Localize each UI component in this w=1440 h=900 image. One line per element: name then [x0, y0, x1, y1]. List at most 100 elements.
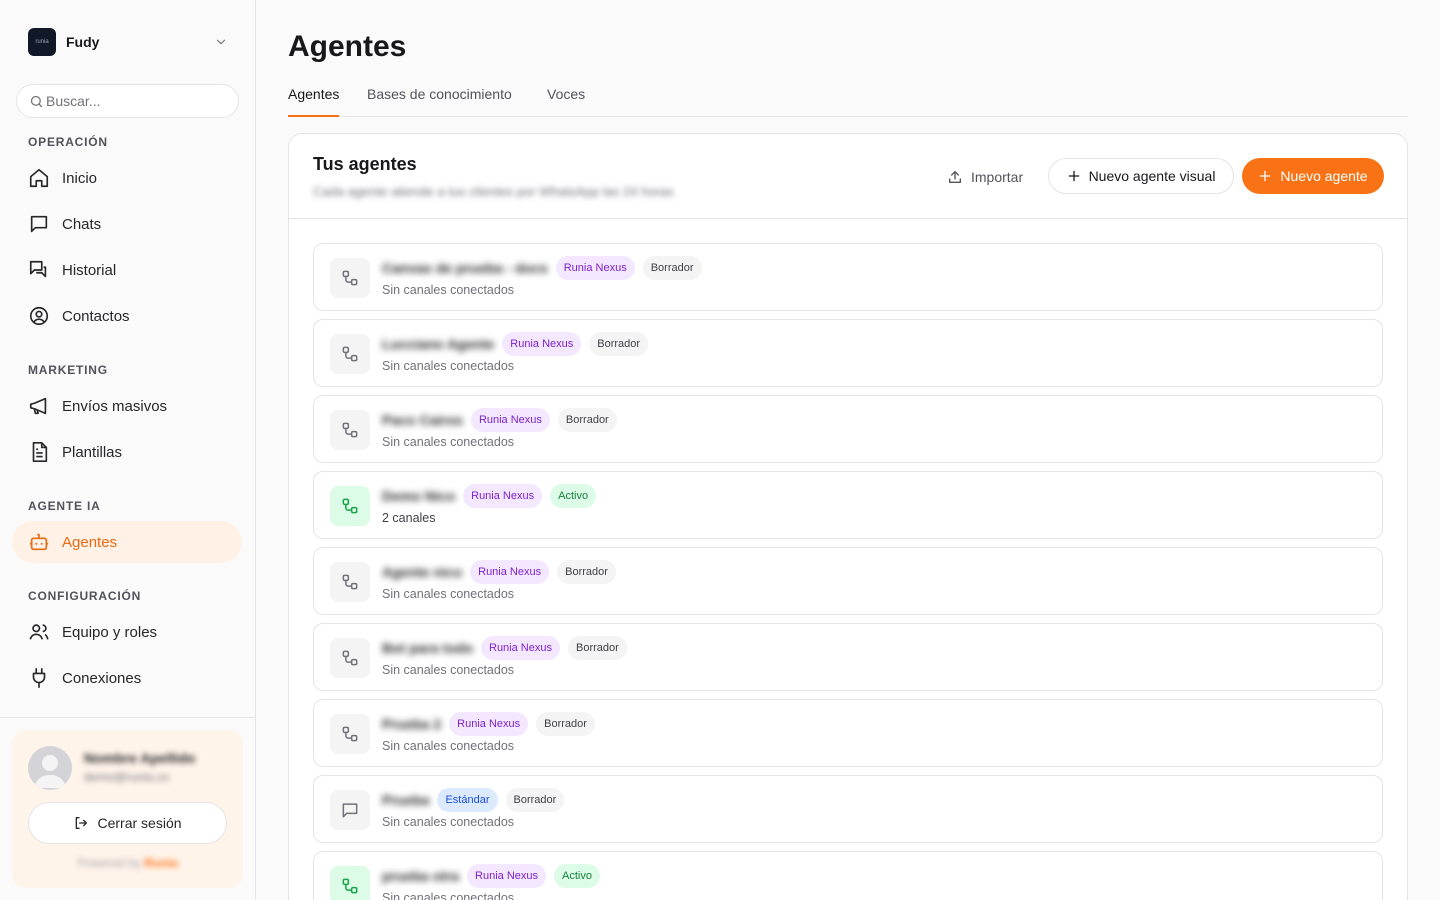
org-logo-text: runia [35, 39, 49, 45]
sidebar-item-label: Contactos [62, 307, 130, 325]
search-box [16, 84, 239, 118]
agent-row-header: Demo Nico Runia Nexus Activo [382, 484, 604, 508]
section-label-operacion: OPERACIÓN [28, 135, 108, 149]
tab-bases-conocimiento[interactable]: Bases de conocimiento [367, 86, 512, 116]
agent-icon [330, 562, 370, 602]
panel-subtitle: Cada agente atiende a tus clientes por W… [313, 184, 674, 199]
agent-row-header: Lucciano Agente Runia Nexus Borrador [382, 332, 656, 356]
agent-name: Prueba [382, 792, 430, 808]
new-visual-agent-button[interactable]: Nuevo agente visual [1048, 158, 1234, 194]
agent-type-badge: Runia Nexus [481, 636, 560, 660]
file-text-icon [32, 442, 48, 462]
sidebar-item-historial[interactable]: Historial [12, 249, 242, 291]
agent-status-badge: Borrador [557, 408, 617, 432]
agent-status-badge: Borrador [567, 636, 627, 660]
agent-row-header: Agente nico Runia Nexus Borrador [382, 560, 624, 584]
sidebar-item-plantillas[interactable]: Plantillas [12, 431, 242, 473]
agent-row-header: Prueba 2 Runia Nexus Borrador [382, 712, 603, 736]
sidebar-item-label: Inicio [62, 169, 98, 187]
plug-icon [32, 668, 46, 688]
agent-row[interactable]: Agente nico Runia Nexus Borrador Sin can… [313, 547, 1383, 615]
flow-icon [342, 726, 358, 742]
agent-channels: Sin canales conectados [382, 587, 515, 601]
agent-channels: 2 canales [382, 511, 436, 525]
users-icon [29, 624, 49, 640]
chat-icon [342, 803, 358, 818]
new-agent-label: Nuevo agente [1280, 168, 1368, 184]
flow-icon [342, 878, 358, 894]
panel-header: Tus agentes Cada agente atiende a tus cl… [289, 134, 1407, 219]
bot-icon [29, 533, 49, 551]
plus-icon [1260, 170, 1271, 182]
sidebar-item-contactos[interactable]: Contactos [12, 295, 242, 337]
chevron-down-icon [216, 39, 226, 45]
org-switcher[interactable]: runia Fudy [28, 28, 228, 56]
user-circle-icon [29, 306, 49, 326]
sidebar-item-label: Equipo y roles [62, 623, 158, 641]
sidebar-item-label: Conexiones [62, 669, 142, 687]
sidebar-item-conexiones[interactable]: Conexiones [12, 657, 242, 699]
agent-row[interactable]: Lucciano Agente Runia Nexus Borrador Sin… [313, 319, 1383, 387]
agent-row-header: Bot para todo Runia Nexus Borrador [382, 636, 635, 660]
agent-icon [330, 258, 370, 298]
sidebar-item-agentes[interactable]: Agentes [12, 521, 242, 563]
agent-type-badge: Runia Nexus [470, 560, 550, 584]
import-label: Importar [971, 169, 1024, 185]
agent-icon [330, 334, 370, 374]
agent-list: Canvas de prueba - docs Runia Nexus Borr… [313, 243, 1383, 900]
agent-row[interactable]: Demo Nico Runia Nexus Activo 2 canales [313, 471, 1383, 539]
agent-type-badge: Runia Nexus [555, 256, 635, 280]
agent-name: Canvas de prueba - docs [382, 260, 548, 276]
powered-prefix: Powered by [77, 856, 141, 870]
agent-channels: Sin canales conectados [382, 663, 515, 677]
home-icon [29, 168, 49, 188]
agent-type-badge: Runia Nexus [470, 408, 550, 432]
agent-name: Agente nico [382, 564, 463, 580]
flow-icon [342, 422, 358, 438]
agent-icon [330, 486, 370, 526]
agent-name: Demo Nico [382, 488, 456, 504]
agent-row[interactable]: Canvas de prueba - docs Runia Nexus Borr… [313, 243, 1383, 311]
agent-channels: Sin canales conectados [382, 739, 515, 753]
agent-name: Lucciano Agente [382, 336, 495, 352]
new-visual-agent-label: Nuevo agente visual [1088, 168, 1216, 184]
agent-row[interactable]: Bot para todo Runia Nexus Borrador Sin c… [313, 623, 1383, 691]
agent-status-badge: Borrador [642, 256, 702, 280]
avatar-placeholder-icon [34, 755, 66, 788]
agent-icon [330, 714, 370, 754]
agent-channels: Sin canales conectados [382, 359, 515, 373]
search-input[interactable] [46, 93, 226, 109]
tab-voces[interactable]: Voces [547, 86, 585, 116]
new-agent-button[interactable]: Nuevo agente [1242, 158, 1384, 194]
logout-button[interactable]: Cerrar sesión [28, 802, 227, 844]
panel-title: Tus agentes [313, 154, 417, 174]
agent-name: Prueba 2 [382, 716, 442, 732]
agent-status-badge: Borrador [589, 332, 649, 356]
sidebar-item-envios[interactable]: Envíos masivos [12, 385, 242, 427]
plus-icon [1068, 170, 1079, 182]
tab-agentes[interactable]: Agentes [288, 86, 340, 117]
agent-status-badge: Activo [554, 864, 600, 888]
agent-type-badge: Runia Nexus [502, 332, 582, 356]
agent-row[interactable]: Prueba Estándar Borrador Sin canales con… [313, 775, 1383, 843]
messages-icon [29, 260, 47, 278]
sidebar-item-chats[interactable]: Chats [12, 203, 242, 245]
agent-row[interactable]: Paco Cairos Runia Nexus Borrador Sin can… [313, 395, 1383, 463]
upload-icon [949, 171, 961, 183]
sidebar-item-equipo[interactable]: Equipo y roles [12, 611, 242, 653]
flow-icon [342, 346, 358, 362]
megaphone-icon [29, 397, 47, 415]
flow-icon [342, 498, 358, 514]
page-title: Agentes [288, 30, 407, 63]
agent-row[interactable]: prueba otra Runia Nexus Activo Sin canal… [313, 851, 1383, 900]
sidebar-item-label: Chats [62, 215, 102, 233]
agent-status-badge: Activo [550, 484, 597, 508]
agent-row[interactable]: Prueba 2 Runia Nexus Borrador Sin canale… [313, 699, 1383, 767]
sidebar-item-inicio[interactable]: Inicio [12, 157, 242, 199]
user-name: Nombre Apellido [84, 750, 196, 766]
agent-status-badge: Borrador [536, 712, 595, 736]
agent-type-badge: Runia Nexus [467, 864, 546, 888]
import-button[interactable]: Importar [947, 162, 1023, 192]
agent-icon [330, 790, 370, 830]
agent-channels: Sin canales conectados [382, 283, 515, 297]
